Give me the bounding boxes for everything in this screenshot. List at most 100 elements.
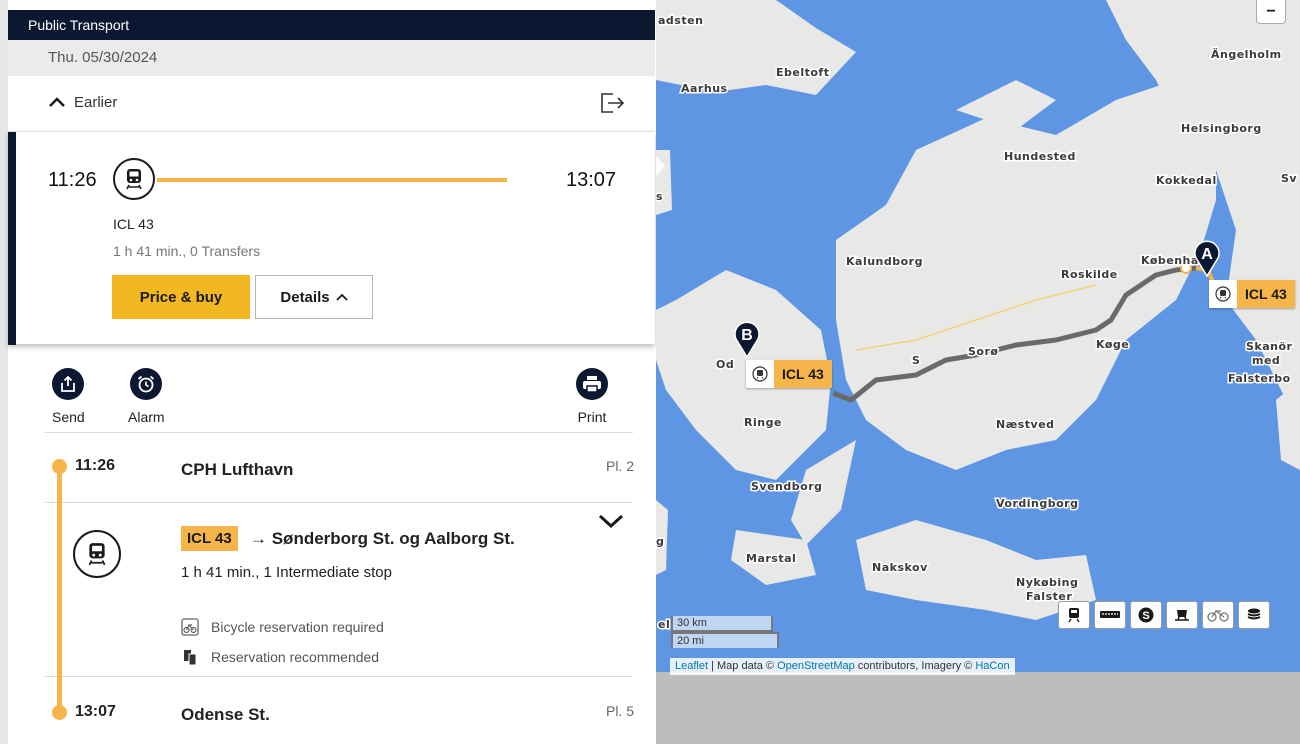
divider: [45, 676, 633, 677]
chevron-up-icon: [335, 293, 348, 301]
s-train-filter-button[interactable]: S: [1130, 601, 1162, 629]
divider: [45, 432, 633, 433]
place-label: Kalundborg: [846, 255, 923, 268]
bicycle-reservation-icon: [181, 618, 199, 636]
print-label: Print: [577, 409, 607, 425]
place-label: Sv: [1281, 172, 1297, 185]
route-map[interactable]: adsten Ebeltoft Aarhus Ängelholm Helsing…: [656, 0, 1300, 744]
pin-label: A: [1201, 246, 1213, 263]
line-badge[interactable]: ICL 43: [181, 526, 238, 551]
place-label: med: [1252, 354, 1280, 367]
scale-km: 30 km: [671, 616, 773, 632]
app-header: Public Transport: [8, 10, 655, 40]
bicycle-filter-button[interactable]: [1202, 601, 1234, 629]
place-label: Helsingborg: [1181, 122, 1262, 135]
origin-time: 11:26: [75, 457, 116, 474]
alarm-label: Alarm: [128, 409, 165, 425]
details-button[interactable]: Details: [255, 275, 373, 319]
earlier-button[interactable]: Earlier: [48, 90, 117, 114]
arrival-time: 13:07: [566, 169, 617, 191]
place-label: Falsterbo: [1228, 372, 1291, 385]
train-filter-button[interactable]: [1058, 601, 1090, 629]
place-label: Roskilde: [1061, 268, 1118, 281]
attribution-text: | Map data ©: [708, 660, 778, 672]
train-marker-text: ICL 43: [774, 360, 832, 388]
metro-icon: [1175, 610, 1189, 621]
alarm-icon: [138, 375, 155, 393]
bicycle-note: Bicycle reservation required: [181, 618, 384, 636]
leaflet-link[interactable]: Leaflet: [675, 660, 708, 672]
place-label: adsten: [658, 14, 703, 27]
journey-summary: 1 h 41 min., 0 Transfers: [113, 243, 261, 259]
train-icon: [752, 366, 768, 382]
line-name: ICL 43: [113, 216, 154, 232]
print-icon: [583, 376, 601, 393]
train-icon: [1215, 286, 1231, 302]
journey-card[interactable]: 11:26 13:07 ICL 43 1 h 41 min., 0 Transf…: [8, 131, 655, 345]
regional-train-filter-button[interactable]: [1094, 601, 1126, 629]
place-label: Ängelholm: [1211, 47, 1282, 61]
date-header: Thu. 05/30/2024: [8, 40, 655, 76]
train-marker-text: ICL 43: [1237, 280, 1295, 308]
osm-link[interactable]: OpenStreetMap: [777, 660, 855, 672]
segment-summary: 1 h 41 min., 1 Intermediate stop: [181, 564, 392, 581]
bicycle-icon: [1207, 610, 1229, 622]
travel-date: Thu. 05/30/2024: [48, 49, 158, 66]
hacon-link[interactable]: HaCon: [975, 660, 1009, 672]
layers-button[interactable]: [1238, 601, 1270, 629]
reservation-note: Reservation recommended: [181, 648, 379, 666]
send-button[interactable]: Send: [52, 368, 85, 425]
place-label: Ringe: [744, 416, 782, 429]
chevron-down-icon[interactable]: [597, 513, 625, 531]
place-label: Nykøbing: [1016, 576, 1078, 589]
destination-time: 13:07: [75, 703, 116, 720]
alarm-button[interactable]: Alarm: [128, 368, 165, 425]
destination-platform: Pl. 5: [605, 703, 634, 719]
origin-dot: [52, 459, 67, 474]
price-buy-button[interactable]: Price & buy: [112, 275, 250, 319]
destination-station[interactable]: Odense St.: [181, 705, 270, 725]
train-marker-label[interactable]: ICL 43: [1209, 280, 1295, 308]
place-label: Svendborg: [751, 480, 823, 493]
selected-indicator: [8, 132, 16, 345]
place-label: Ebeltoft: [776, 66, 829, 79]
share-icon: [61, 375, 76, 392]
exit-icon[interactable]: [600, 92, 626, 114]
origin-pin-icon[interactable]: A: [1192, 238, 1222, 278]
departure-time: 11:26: [48, 169, 97, 191]
print-button[interactable]: Print: [576, 368, 608, 425]
zoom-out-button[interactable]: −: [1256, 0, 1286, 24]
collapse-panel-handle[interactable]: [656, 156, 665, 176]
place-label: Køge: [1096, 338, 1129, 351]
details-label: Details: [280, 288, 330, 306]
panel-edge: [0, 0, 8, 744]
transport-mode-filter: S: [1058, 601, 1270, 629]
scale-mi: 20 mi: [671, 632, 779, 648]
destination-pin-icon[interactable]: B: [732, 319, 762, 359]
attribution-text: contributors, Imagery ©: [854, 660, 976, 672]
reservation-icon: [184, 650, 197, 666]
svg-text:S: S: [1142, 610, 1149, 622]
place-label: S: [912, 354, 920, 367]
place-label: el: [658, 618, 670, 631]
divider: [45, 502, 633, 503]
origin-station[interactable]: CPH Lufthavn: [181, 460, 293, 480]
metro-filter-button[interactable]: [1166, 601, 1198, 629]
place-label: s: [656, 190, 663, 203]
train-marker-label[interactable]: ICL 43: [746, 360, 832, 388]
map-attribution: Leaflet | Map data © OpenStreetMap contr…: [670, 658, 1015, 675]
place-label: Kokkedal: [1156, 174, 1217, 187]
route-line: [157, 178, 507, 182]
send-label: Send: [52, 409, 85, 425]
earlier-label: Earlier: [74, 93, 118, 111]
zoom-out-label: −: [1266, 2, 1276, 20]
place-label: Od: [716, 358, 734, 371]
place-label: Hundested: [1004, 150, 1076, 163]
pin-label: B: [741, 327, 753, 344]
map-footer-area: [656, 672, 1300, 744]
app-title: Public Transport: [28, 17, 130, 33]
train-icon: [73, 530, 121, 578]
place-label: Vordingborg: [996, 497, 1078, 510]
bicycle-note-text: Bicycle reservation required: [211, 619, 384, 635]
connection-panel: Public Transport Thu. 05/30/2024 Earlier…: [0, 0, 656, 744]
